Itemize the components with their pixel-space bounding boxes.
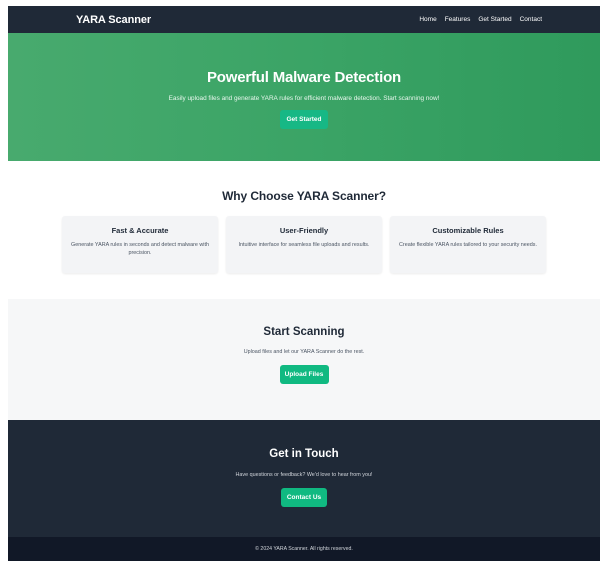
feature-card-customizable-rules: Customizable Rules Create flexible YARA … xyxy=(390,216,546,273)
top-navbar: YARA Scanner Home Features Get Started C… xyxy=(8,6,600,33)
hero-section: Powerful Malware Detection Easily upload… xyxy=(8,33,600,161)
upload-files-button[interactable]: Upload Files xyxy=(279,365,329,384)
page: YARA Scanner Home Features Get Started C… xyxy=(8,6,600,561)
scan-title: Start Scanning xyxy=(263,326,345,338)
scan-text: Upload files and let our YARA Scanner do… xyxy=(243,349,365,355)
start-scanning-section: Start Scanning Upload files and let our … xyxy=(8,299,600,420)
nav-links: Home Features Get Started Contact xyxy=(419,16,542,23)
features-title: Why Choose YARA Scanner? xyxy=(222,189,386,203)
feature-card-text: Generate YARA rules in seconds and detec… xyxy=(71,242,209,257)
feature-card-text: Create flexible YARA rules tailored to y… xyxy=(399,242,537,248)
contact-section: Get in Touch Have questions or feedback?… xyxy=(8,420,600,537)
nav-link-features[interactable]: Features xyxy=(445,16,471,23)
hero-title: Powerful Malware Detection xyxy=(206,69,401,86)
contact-title: Get in Touch xyxy=(269,448,339,460)
nav-link-get-started[interactable]: Get Started xyxy=(478,16,511,23)
feature-card-title: Fast & Accurate xyxy=(111,226,169,235)
feature-cards: Fast & Accurate Generate YARA rules in s… xyxy=(62,216,546,273)
nav-link-home[interactable]: Home xyxy=(419,16,436,23)
get-started-button[interactable]: Get Started xyxy=(280,110,328,129)
feature-card-fast-accurate: Fast & Accurate Generate YARA rules in s… xyxy=(62,216,218,273)
hero-subtitle: Easily upload files and generate YARA ru… xyxy=(168,95,440,102)
footer: © 2024 YARA Scanner. All rights reserved… xyxy=(8,537,600,561)
contact-us-button[interactable]: Contact Us xyxy=(281,488,327,507)
feature-card-user-friendly: User-Friendly Intuitive interface for se… xyxy=(226,216,382,273)
feature-card-title: Customizable Rules xyxy=(432,226,504,235)
features-section: Why Choose YARA Scanner? Fast & Accurate… xyxy=(8,161,600,299)
copyright-text: © 2024 YARA Scanner. All rights reserved… xyxy=(255,546,353,552)
contact-text: Have questions or feedback? We'd love to… xyxy=(235,472,373,478)
feature-card-title: User-Friendly xyxy=(279,226,329,235)
brand-logo-text[interactable]: YARA Scanner xyxy=(76,14,151,26)
feature-card-text: Intuitive interface for seamless file up… xyxy=(238,242,370,248)
nav-link-contact[interactable]: Contact xyxy=(520,16,542,23)
